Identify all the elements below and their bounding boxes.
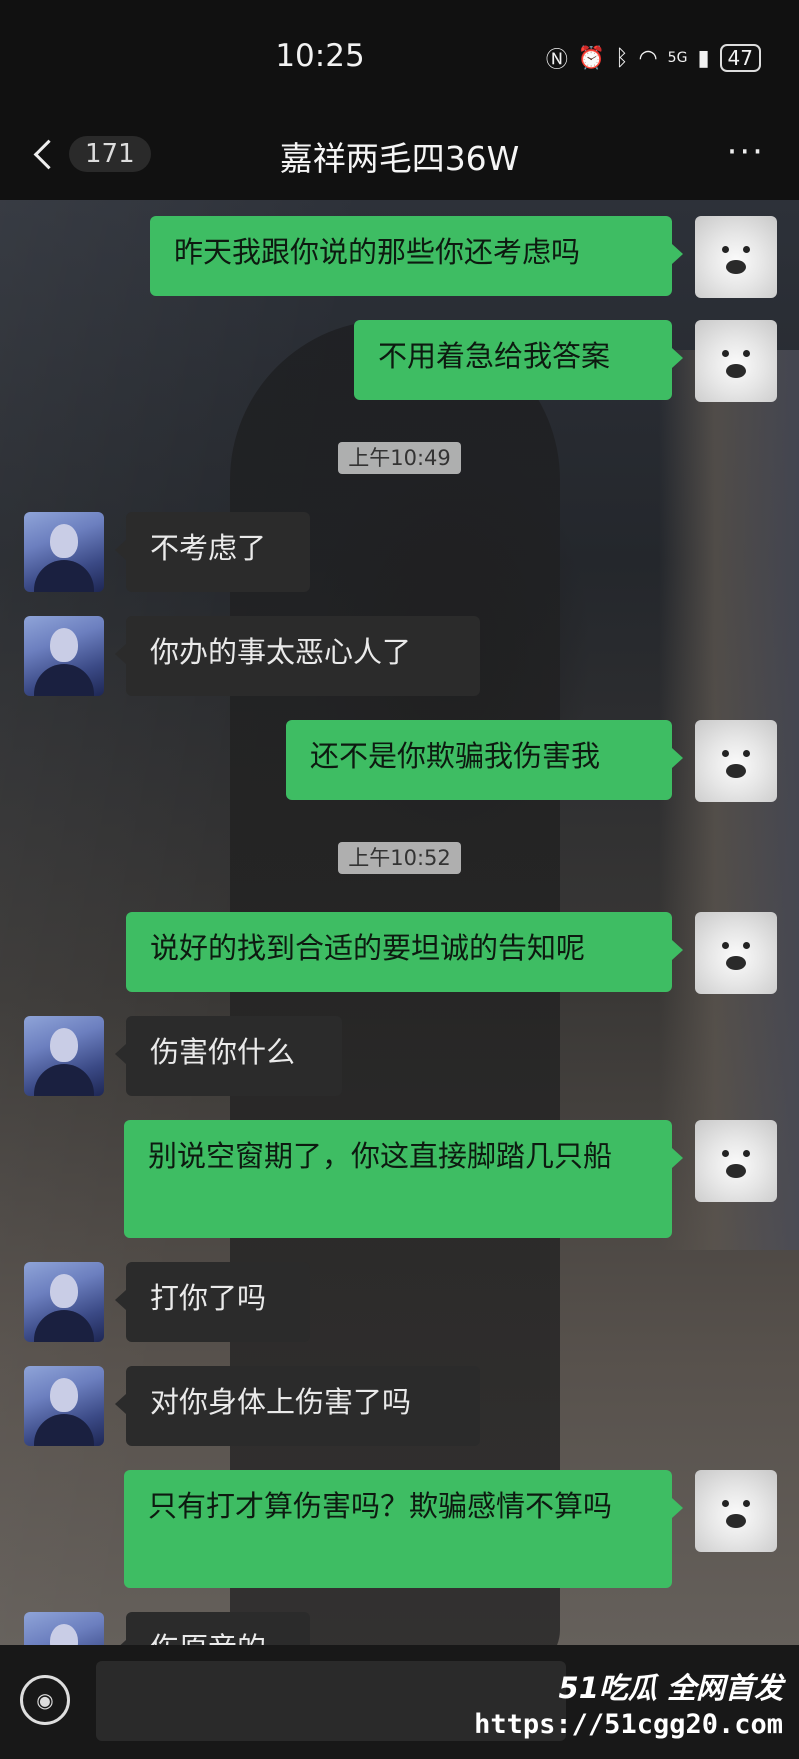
my-avatar[interactable] <box>695 1120 777 1202</box>
message-bubble[interactable]: 你办的事太恶心人了 <box>126 616 480 696</box>
my-avatar[interactable] <box>695 912 777 994</box>
input-bar: ◉ 51吃瓜 全网首发 https://51cgg20.com <box>0 1645 799 1759</box>
network-label: 5G <box>667 50 688 66</box>
chat-area[interactable]: 昨天我跟你说的那些你还考虑吗 不用着急给我答案 上午10:49 不考虑了 你办的… <box>0 200 799 1645</box>
wifi-icon: ◠ <box>638 45 658 71</box>
status-bar: 10:25 Ⓝ ⏰ ᛒ ◠ 5G ▮ 47 <box>0 0 799 112</box>
signal-icon: ▮ <box>697 45 710 71</box>
status-time: 10:25 <box>275 38 365 74</box>
message-bubble[interactable]: 打你了吗 <box>126 1262 310 1342</box>
contact-avatar[interactable] <box>24 1612 104 1645</box>
contact-avatar[interactable] <box>24 512 104 592</box>
contact-avatar[interactable] <box>24 616 104 696</box>
battery-indicator: 47 <box>719 44 761 72</box>
contact-avatar[interactable] <box>24 1262 104 1342</box>
more-options-button[interactable]: ··· <box>727 132 765 172</box>
timestamp: 上午10:49 <box>0 442 799 474</box>
chat-title: 嘉祥两毛四36W <box>279 139 520 178</box>
message-bubble[interactable]: 伤害你什么 <box>126 1016 342 1096</box>
timestamp: 上午10:52 <box>0 842 799 874</box>
voice-icon[interactable]: ◉ <box>20 1675 70 1725</box>
my-avatar[interactable] <box>695 216 777 298</box>
watermark-brand: 51吃瓜 全网首发 <box>558 1671 783 1705</box>
timestamp-label: 上午10:52 <box>338 842 461 874</box>
message-bubble[interactable]: 伤原音的 <box>126 1612 310 1645</box>
watermark-url: https://51cgg20.com <box>474 1709 783 1740</box>
timestamp-label: 上午10:49 <box>338 442 461 474</box>
nfc-icon: Ⓝ <box>545 48 568 73</box>
message-bubble[interactable]: 别说空窗期了，你这直接脚踏几只船 <box>124 1120 672 1238</box>
message-bubble[interactable]: 只有打才算伤害吗？欺骗感情不算吗 <box>124 1470 672 1588</box>
message-bubble[interactable]: 说好的找到合适的要坦诚的告知呢 <box>126 912 672 992</box>
bluetooth-icon: ᛒ <box>615 45 629 71</box>
message-bubble[interactable]: 昨天我跟你说的那些你还考虑吗 <box>150 216 672 296</box>
alarm-icon: ⏰ <box>577 45 606 71</box>
contact-avatar[interactable] <box>24 1016 104 1096</box>
message-bubble[interactable]: 还不是你欺骗我伤害我 <box>286 720 672 800</box>
status-icons: Ⓝ ⏰ ᛒ ◠ 5G ▮ 47 <box>546 42 761 74</box>
message-bubble[interactable]: 不用着急给我答案 <box>354 320 672 400</box>
my-avatar[interactable] <box>695 720 777 802</box>
my-avatar[interactable] <box>695 320 777 402</box>
my-avatar[interactable] <box>695 1470 777 1552</box>
message-bubble[interactable]: 不考虑了 <box>126 512 310 592</box>
chat-header: 171 嘉祥两毛四36W ··· <box>0 112 799 200</box>
message-bubble[interactable]: 对你身体上伤害了吗 <box>126 1366 480 1446</box>
contact-avatar[interactable] <box>24 1366 104 1446</box>
